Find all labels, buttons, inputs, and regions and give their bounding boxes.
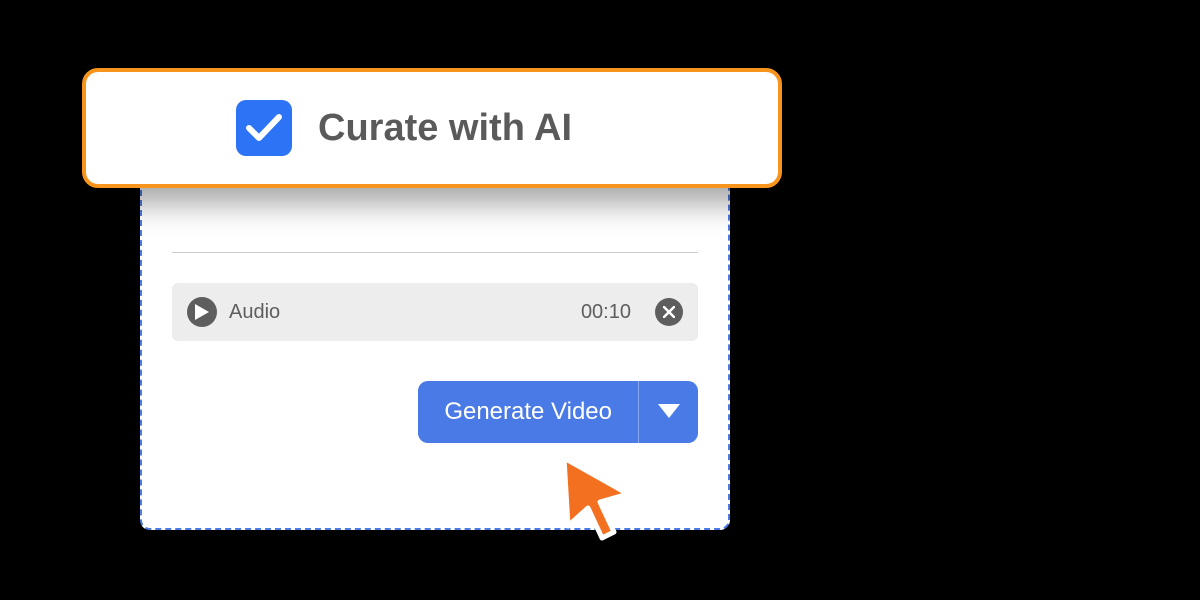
divider xyxy=(172,252,698,253)
generate-video-label: Generate Video xyxy=(444,398,612,426)
curate-label: Curate with AI xyxy=(318,107,572,150)
audio-label: Audio xyxy=(229,301,569,324)
editor-panel: Audio 00:10 Generate Video xyxy=(140,160,730,530)
button-row: Generate Video xyxy=(172,381,698,443)
generate-video-button[interactable]: Generate Video xyxy=(418,381,638,443)
generate-video-split-button: Generate Video xyxy=(418,381,698,443)
cursor-pointer-icon xyxy=(558,452,638,547)
curate-checkbox[interactable] xyxy=(236,100,292,156)
audio-track-row: Audio 00:10 xyxy=(172,283,698,341)
generate-video-dropdown[interactable] xyxy=(638,381,698,443)
remove-audio-icon[interactable] xyxy=(655,298,683,326)
curate-callout-card: Curate with AI xyxy=(82,68,782,188)
checkmark-icon xyxy=(246,113,282,143)
play-icon[interactable] xyxy=(187,297,217,327)
audio-duration: 00:10 xyxy=(581,301,631,324)
caret-down-icon xyxy=(658,404,680,420)
